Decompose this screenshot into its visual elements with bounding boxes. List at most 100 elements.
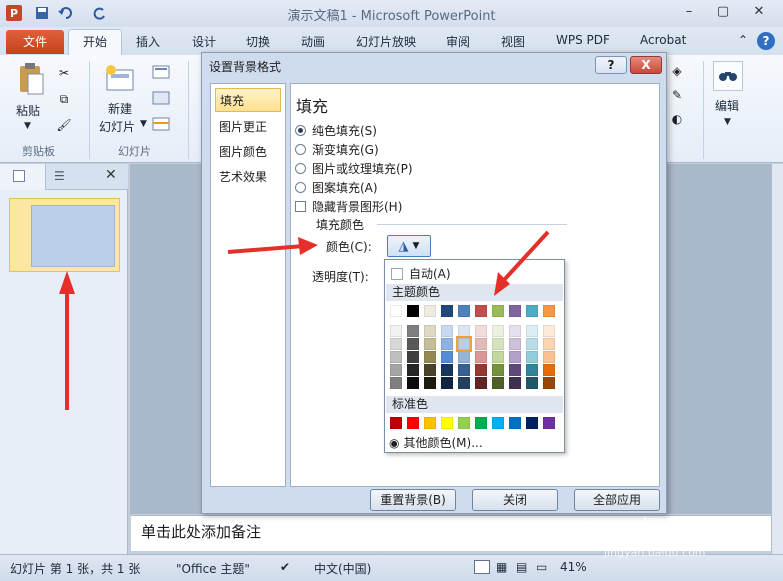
reset-slide-icon[interactable] [152, 91, 170, 105]
layout-icon[interactable] [152, 65, 170, 79]
minimize-button[interactable]: – [678, 4, 700, 22]
nav-artistic-effects[interactable]: 艺术效果 [215, 165, 281, 189]
theme-shade-swatch[interactable] [441, 351, 453, 363]
more-colors-option[interactable]: ◉ 其他颜色(M)... [389, 434, 483, 451]
standard-color-swatch[interactable] [390, 417, 402, 429]
edit-label[interactable]: 编辑 [715, 97, 739, 114]
tab-slideshow[interactable]: 幻灯片放映 [356, 33, 416, 50]
theme-shade-swatch[interactable] [407, 338, 419, 350]
cut-icon[interactable]: ✂ [56, 65, 72, 81]
theme-color-swatch[interactable] [458, 305, 470, 317]
theme-color-swatch[interactable] [475, 305, 487, 317]
option-pattern-fill[interactable]: 图案填充(A) [295, 178, 378, 196]
standard-color-swatch[interactable] [526, 417, 538, 429]
theme-shade-swatch[interactable] [526, 351, 538, 363]
option-hide-background-graphics[interactable]: 隐藏背景图形(H) [295, 197, 402, 215]
theme-shade-swatch[interactable] [492, 325, 504, 337]
find-icon[interactable] [713, 61, 743, 91]
slideshow-view-icon[interactable]: ▭ [536, 560, 547, 574]
theme-shade-swatch[interactable] [543, 364, 555, 376]
standard-color-swatch[interactable] [492, 417, 504, 429]
standard-color-swatch[interactable] [441, 417, 453, 429]
theme-shade-swatch[interactable] [509, 338, 521, 350]
theme-shade-swatch[interactable] [526, 325, 538, 337]
color-picker-button[interactable]: ◮ ▼ [387, 235, 431, 257]
standard-color-swatch[interactable] [475, 417, 487, 429]
theme-shade-swatch[interactable] [475, 377, 487, 389]
slides-tab[interactable] [0, 164, 46, 190]
copy-icon[interactable]: ⧉ [56, 91, 72, 107]
theme-shade-swatch[interactable] [492, 351, 504, 363]
nav-picture-color[interactable]: 图片颜色 [215, 140, 281, 164]
new-slide-label-2[interactable]: 幻灯片 [99, 118, 135, 135]
standard-color-swatch[interactable] [424, 417, 436, 429]
theme-shade-swatch[interactable] [458, 364, 470, 376]
theme-shade-swatch[interactable] [441, 325, 453, 337]
new-slide-label-1[interactable]: 新建 [108, 100, 132, 117]
theme-shade-swatch[interactable] [543, 325, 555, 337]
theme-shade-swatch[interactable] [526, 377, 538, 389]
theme-shade-swatch[interactable] [509, 364, 521, 376]
standard-color-swatch[interactable] [543, 417, 555, 429]
theme-shade-swatch[interactable] [441, 364, 453, 376]
close-pane-icon[interactable]: ✕ [105, 167, 117, 183]
theme-color-swatch[interactable] [390, 305, 402, 317]
radio-pattern-fill[interactable] [295, 181, 306, 193]
format-painter-icon[interactable]: 🖌 [56, 117, 72, 133]
theme-shade-swatch[interactable] [543, 338, 555, 350]
dialog-close-button[interactable]: X [630, 56, 662, 74]
theme-shade-swatch[interactable] [390, 325, 402, 337]
radio-picture-fill[interactable] [295, 162, 306, 174]
option-gradient-fill[interactable]: 渐变填充(G) [295, 140, 379, 158]
zoom-level[interactable]: 41% [560, 560, 587, 574]
theme-shade-swatch[interactable] [509, 377, 521, 389]
theme-shade-swatch[interactable] [424, 377, 436, 389]
theme-shade-swatch[interactable] [475, 351, 487, 363]
tab-file[interactable]: 文件 [6, 30, 64, 54]
window-close-button[interactable]: ✕ [748, 4, 770, 22]
theme-shade-swatch[interactable] [407, 351, 419, 363]
tab-animations[interactable]: 动画 [301, 33, 325, 50]
reset-background-button[interactable]: 重置背景(B) [370, 489, 456, 511]
theme-color-swatch[interactable] [526, 305, 538, 317]
theme-color-swatch[interactable] [407, 305, 419, 317]
tab-insert[interactable]: 插入 [136, 33, 160, 50]
theme-shade-swatch[interactable] [424, 338, 436, 350]
theme-shade-swatch[interactable] [407, 377, 419, 389]
palette-auto-option[interactable]: 自动(A) [391, 265, 451, 282]
maximize-button[interactable]: ▢ [712, 4, 734, 22]
theme-shade-swatch[interactable] [407, 325, 419, 337]
normal-view-icon[interactable] [474, 560, 490, 574]
theme-shade-swatch[interactable] [509, 351, 521, 363]
theme-color-swatch[interactable] [424, 305, 436, 317]
shape-effects-icon[interactable]: ◐ [668, 111, 686, 127]
dialog-help-button[interactable]: ? [595, 56, 627, 74]
theme-shade-swatch[interactable] [526, 338, 538, 350]
paste-label[interactable]: 粘贴 [16, 102, 40, 119]
collapse-ribbon-icon[interactable]: ⌃ [738, 33, 748, 47]
theme-shade-swatch[interactable] [492, 377, 504, 389]
theme-shade-swatch[interactable] [390, 338, 402, 350]
theme-shade-swatch[interactable] [424, 351, 436, 363]
new-slide-dropdown-icon[interactable]: ▼ [140, 119, 147, 129]
theme-color-swatch[interactable] [492, 305, 504, 317]
vertical-scrollbar[interactable] [771, 164, 783, 554]
theme-shade-swatch[interactable] [458, 377, 470, 389]
standard-color-swatch[interactable] [509, 417, 521, 429]
theme-shade-swatch[interactable] [441, 338, 453, 350]
section-icon[interactable] [152, 117, 170, 131]
reading-view-icon[interactable]: ▤ [516, 560, 527, 574]
theme-shade-swatch[interactable] [390, 351, 402, 363]
theme-shade-swatch[interactable] [424, 325, 436, 337]
paste-icon[interactable] [16, 61, 46, 97]
theme-shade-swatch[interactable] [492, 364, 504, 376]
spell-check-icon[interactable]: ✔ [280, 560, 290, 574]
tab-review[interactable]: 审阅 [446, 33, 470, 50]
help-icon[interactable]: ? [757, 32, 775, 50]
slide-thumbnail[interactable] [9, 198, 120, 272]
theme-shade-swatch[interactable] [390, 377, 402, 389]
theme-shade-swatch[interactable] [475, 325, 487, 337]
tab-home[interactable]: 开始 [68, 29, 122, 56]
theme-color-swatch[interactable] [543, 305, 555, 317]
checkbox-hide-graphics[interactable] [295, 200, 306, 212]
